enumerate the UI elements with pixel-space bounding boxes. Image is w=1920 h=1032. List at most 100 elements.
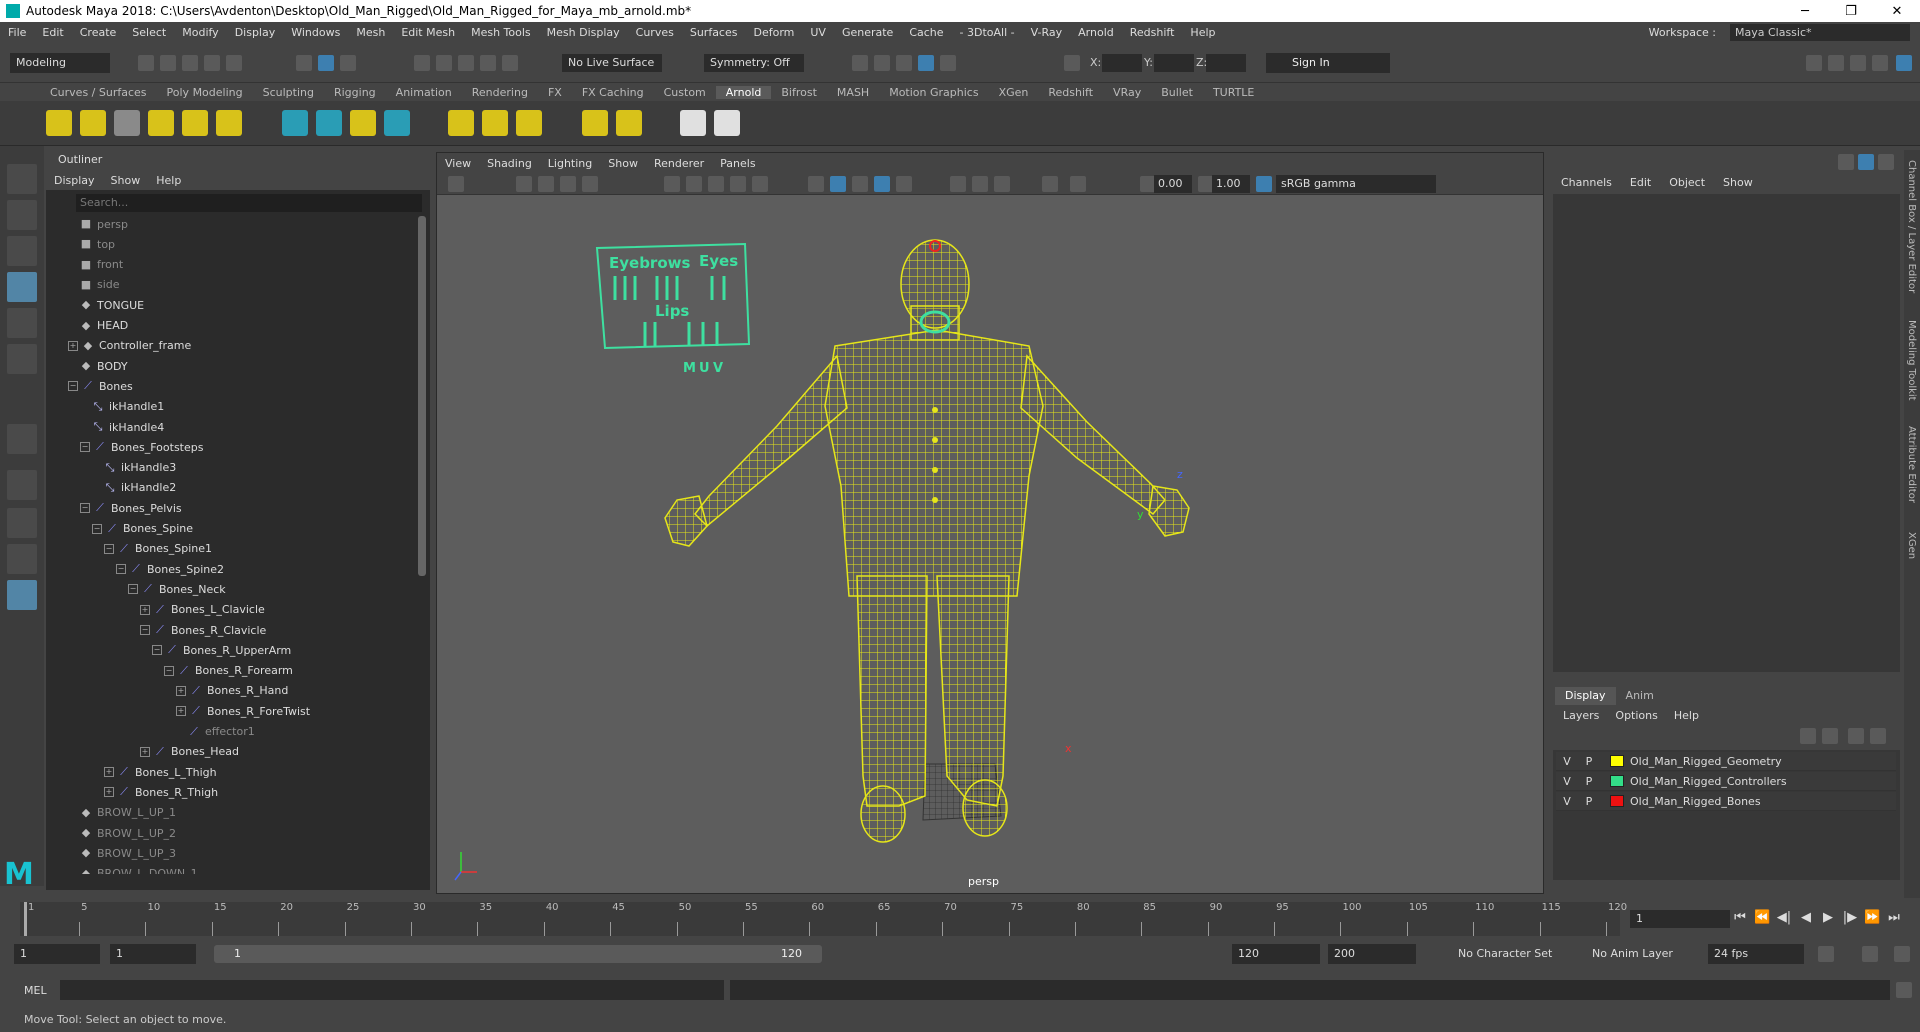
outliner-item[interactable]: + ⟋ Bones_Head <box>140 742 239 762</box>
outliner-menu-display[interactable]: Display <box>46 174 103 187</box>
film-gate-icon[interactable] <box>686 176 702 192</box>
playback-start-field[interactable]: 1 <box>110 944 196 964</box>
render-settings-icon[interactable] <box>918 55 934 71</box>
standin-icon[interactable] <box>282 110 308 136</box>
shelf-tab-animation[interactable]: Animation <box>386 86 462 99</box>
menu-edit-mesh[interactable]: Edit Mesh <box>393 26 463 39</box>
resolution-gate-icon[interactable] <box>708 176 724 192</box>
grid-icon[interactable] <box>664 176 680 192</box>
volume-icon[interactable] <box>384 110 410 136</box>
side-tab-attribute-editor[interactable]: Attribute Editor <box>1906 426 1917 503</box>
image-plane-icon[interactable] <box>560 176 576 192</box>
playback-end-field[interactable]: 120 <box>1232 944 1320 964</box>
menu-deform[interactable]: Deform <box>745 26 802 39</box>
wireframe-icon[interactable] <box>808 176 824 192</box>
outliner-item[interactable]: ■ front <box>80 255 123 275</box>
expand-toggle-icon[interactable]: + <box>176 706 186 717</box>
outliner-item[interactable]: + ◆ Controller_frame <box>68 336 191 356</box>
menu-edit[interactable]: Edit <box>34 26 71 39</box>
layer-playback-toggle[interactable]: P <box>1578 795 1600 808</box>
layer-row[interactable]: V P Old_Man_Rigged_Geometry <box>1556 752 1896 771</box>
outliner-item[interactable]: − ⟋ Bones_Neck <box>128 579 226 599</box>
animation-end-field[interactable]: 200 <box>1328 944 1416 964</box>
camera-attributes-icon[interactable] <box>516 176 532 192</box>
menu-windows[interactable]: Windows <box>283 26 348 39</box>
outliner-item[interactable]: ■ persp <box>80 214 128 234</box>
outliner-item[interactable]: ■ top <box>80 234 115 254</box>
step-forward-icon[interactable]: ⏩ <box>1864 910 1880 926</box>
viewport-menu-view[interactable]: View <box>437 157 479 170</box>
step-back-icon[interactable]: ⏪ <box>1754 910 1770 926</box>
make-live-icon[interactable] <box>502 55 518 71</box>
layer-help-menu[interactable]: Help <box>1666 709 1707 722</box>
xray-icon[interactable] <box>874 176 890 192</box>
expand-toggle-icon[interactable]: + <box>68 340 78 351</box>
outliner-item[interactable]: − ⟋ Bones_Spine <box>92 519 193 539</box>
step-back-key-icon[interactable]: ◀| <box>1776 910 1792 926</box>
expand-toggle-icon[interactable]: − <box>164 665 174 676</box>
outliner-item[interactable]: − ⟋ Bones <box>68 376 133 396</box>
new-layer-selected-icon[interactable] <box>1870 728 1886 744</box>
menu-surfaces[interactable]: Surfaces <box>682 26 746 39</box>
select-tool-icon[interactable] <box>7 164 37 194</box>
expand-toggle-icon[interactable]: + <box>140 746 150 757</box>
camera-select-icon[interactable] <box>448 176 464 192</box>
curvature-icon[interactable] <box>350 110 376 136</box>
move-layer-down-icon[interactable] <box>1822 728 1838 744</box>
workspace-dropdown[interactable]: Maya Classic* <box>1730 24 1910 41</box>
modeling-toolkit-icon[interactable] <box>1806 55 1822 71</box>
animation-start-field[interactable]: 1 <box>14 944 100 964</box>
layer-visibility-toggle[interactable]: V <box>1556 755 1578 768</box>
go-to-start-icon[interactable]: ⏮ <box>1732 910 1748 926</box>
mel-input[interactable] <box>60 980 724 1000</box>
outliner-item[interactable]: − ⟋ Bones_Footsteps <box>80 437 203 457</box>
menu-mesh-display[interactable]: Mesh Display <box>539 26 628 39</box>
expand-toggle-icon[interactable]: + <box>104 767 114 778</box>
x-field[interactable] <box>1102 54 1142 72</box>
channel-box-settings-icon[interactable] <box>1858 154 1874 170</box>
outliner-item[interactable]: ◆ BROW_L_UP_1 <box>80 803 176 823</box>
outliner-menu-help[interactable]: Help <box>148 174 189 187</box>
z-field[interactable] <box>1206 54 1246 72</box>
rotate-tool-icon[interactable] <box>7 308 37 338</box>
2d-pan-zoom-icon[interactable] <box>582 176 598 192</box>
expand-toggle-icon[interactable]: − <box>80 442 90 453</box>
single-perspective-view-icon[interactable] <box>7 470 37 500</box>
symmetry-dropdown[interactable]: Symmetry: Off <box>704 54 804 72</box>
four-view-icon[interactable] <box>7 508 37 538</box>
live-surface-dropdown[interactable]: No Live Surface <box>562 54 662 72</box>
ambient-occlusion-icon[interactable] <box>972 176 988 192</box>
viewport-menu-shading[interactable]: Shading <box>479 157 540 170</box>
expand-toggle-icon[interactable]: − <box>128 584 138 595</box>
flush-texture-icon[interactable] <box>448 110 474 136</box>
anim-layer-dropdown[interactable]: No Anim Layer <box>1586 944 1696 964</box>
shelf-tab-bifrost[interactable]: Bifrost <box>771 86 827 99</box>
shelf-tab-rigging[interactable]: Rigging <box>324 86 386 99</box>
outliner-item[interactable]: ◆ BROW_L_UP_3 <box>80 843 176 863</box>
menu-arnold[interactable]: Arnold <box>1070 26 1122 39</box>
script-editor-icon[interactable] <box>1896 982 1912 998</box>
y-field[interactable] <box>1154 54 1194 72</box>
outliner-item[interactable]: + ⟋ Bones_R_Thigh <box>104 782 218 802</box>
layer-color-swatch[interactable] <box>1610 755 1624 767</box>
outliner-item[interactable]: ■ side <box>80 275 120 295</box>
channel-box-icon[interactable] <box>1872 55 1888 71</box>
attribute-editor-icon[interactable] <box>1828 55 1844 71</box>
outliner-item[interactable]: − ⟋ Bones_Spine2 <box>116 559 224 579</box>
expand-toggle-icon[interactable]: − <box>104 543 114 554</box>
shelf-tab-turtle[interactable]: TURTLE <box>1203 86 1264 99</box>
side-tab-channel-box[interactable]: Channel Box / Layer Editor <box>1906 160 1917 293</box>
viewport-menu-lighting[interactable]: Lighting <box>540 157 600 170</box>
outliner-item[interactable]: ⤡ ikHandle1 <box>92 397 165 417</box>
expand-toggle-icon[interactable]: − <box>80 503 90 514</box>
float-panel-icon[interactable] <box>1878 154 1894 170</box>
motion-blur-icon[interactable] <box>994 176 1010 192</box>
select-by-hierarchy-icon[interactable] <box>296 55 312 71</box>
menu-generate[interactable]: Generate <box>834 26 901 39</box>
fps-dropdown[interactable]: 24 fps <box>1708 944 1804 964</box>
side-tab-xgen[interactable]: XGen <box>1906 532 1917 559</box>
menu-help[interactable]: Help <box>1182 26 1223 39</box>
scale-tool-icon[interactable] <box>7 344 37 374</box>
outliner-item[interactable]: ⤡ ikHandle3 <box>104 458 177 478</box>
transform-mode-icon[interactable] <box>1064 55 1080 71</box>
